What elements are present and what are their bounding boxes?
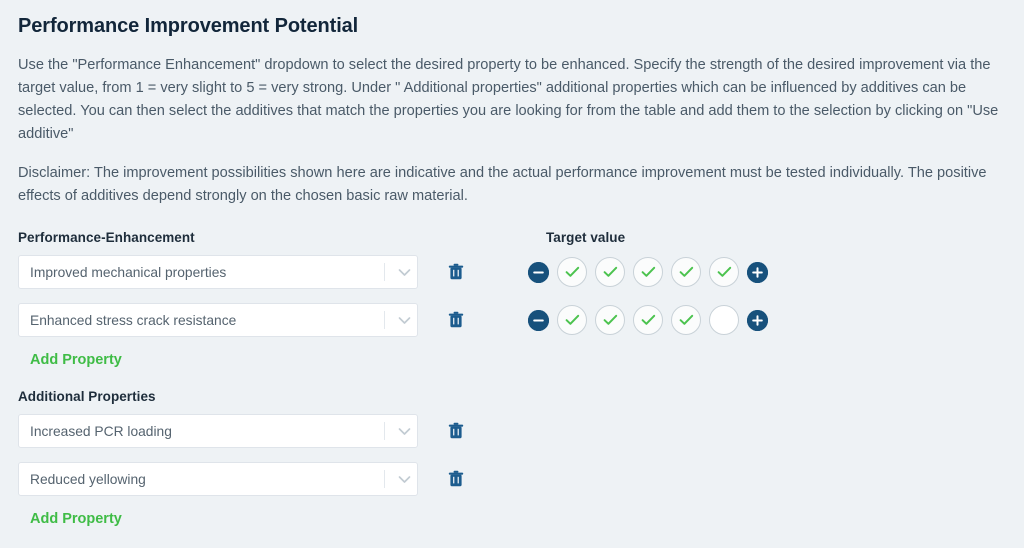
target-value-dots-1	[557, 257, 739, 287]
target-value-row-2	[528, 303, 828, 337]
plus-circle-icon[interactable]	[747, 309, 768, 331]
additional-properties-label: Additional Properties	[18, 389, 156, 404]
performance-enhancement-label: Performance-Enhancement	[18, 230, 195, 245]
chevron-down-icon[interactable]	[391, 316, 417, 325]
performance-improvement-page: Performance Improvement Potential Use th…	[0, 0, 1024, 548]
disclaimer-paragraph: Disclaimer: The improvement possibilitie…	[18, 165, 987, 204]
performance-enhancement-select-1[interactable]: Improved mechanical properties	[18, 255, 418, 289]
target-value-dot-1-4[interactable]	[671, 257, 701, 287]
minus-circle-icon[interactable]	[528, 309, 549, 331]
additional-properties-select-value-2: Reduced yellowing	[30, 471, 146, 487]
add-property-button-performance[interactable]: Add Property	[30, 352, 122, 368]
add-property-button-additional[interactable]: Add Property	[30, 511, 122, 527]
target-value-label: Target value	[546, 230, 626, 245]
minus-circle-icon[interactable]	[528, 261, 549, 283]
target-value-dot-2-5[interactable]	[709, 305, 739, 335]
additional-properties-select-value-1: Increased PCR loading	[30, 423, 172, 439]
chevron-down-icon[interactable]	[391, 475, 417, 484]
performance-enhancement-column: Performance-Enhancement Improved mechani…	[18, 230, 488, 528]
additional-properties-row-1: Increased PCR loading	[18, 414, 488, 448]
target-value-dot-1-5[interactable]	[709, 257, 739, 287]
additional-properties-row-2: Reduced yellowing	[18, 462, 488, 496]
select-divider	[384, 470, 385, 488]
trash-icon[interactable]	[446, 468, 466, 490]
performance-enhancement-row-1: Improved mechanical properties	[18, 255, 488, 289]
target-value-dot-2-2[interactable]	[595, 305, 625, 335]
target-value-dot-2-3[interactable]	[633, 305, 663, 335]
select-divider	[384, 422, 385, 440]
target-value-dot-1-2[interactable]	[595, 257, 625, 287]
target-value-dot-2-1[interactable]	[557, 305, 587, 335]
additional-properties-select-2[interactable]: Reduced yellowing	[18, 462, 418, 496]
trash-icon[interactable]	[446, 261, 466, 283]
properties-form: Performance-Enhancement Improved mechani…	[18, 230, 1008, 528]
target-value-dot-1-3[interactable]	[633, 257, 663, 287]
target-value-row-1	[528, 255, 828, 289]
target-value-column: Target value	[528, 230, 828, 351]
page-title: Performance Improvement Potential	[18, 15, 359, 37]
additional-properties-column: Additional Properties Increased PCR load…	[18, 389, 488, 528]
intro-paragraph: Use the "Performance Enhancement" dropdo…	[18, 57, 999, 142]
target-value-dots-2	[557, 305, 739, 335]
additional-properties-select-1[interactable]: Increased PCR loading	[18, 414, 418, 448]
chevron-down-icon[interactable]	[391, 427, 417, 436]
select-divider	[384, 263, 385, 281]
performance-enhancement-select-2[interactable]: Enhanced stress crack resistance	[18, 303, 418, 337]
trash-icon[interactable]	[446, 309, 466, 331]
performance-enhancement-select-value-2: Enhanced stress crack resistance	[30, 312, 237, 328]
plus-circle-icon[interactable]	[747, 261, 768, 283]
target-value-dot-1-1[interactable]	[557, 257, 587, 287]
target-value-dot-2-4[interactable]	[671, 305, 701, 335]
performance-enhancement-select-value-1: Improved mechanical properties	[30, 264, 227, 280]
performance-enhancement-row-2: Enhanced stress crack resistance	[18, 303, 488, 337]
select-divider	[384, 311, 385, 329]
trash-icon[interactable]	[446, 420, 466, 442]
chevron-down-icon[interactable]	[391, 268, 417, 277]
